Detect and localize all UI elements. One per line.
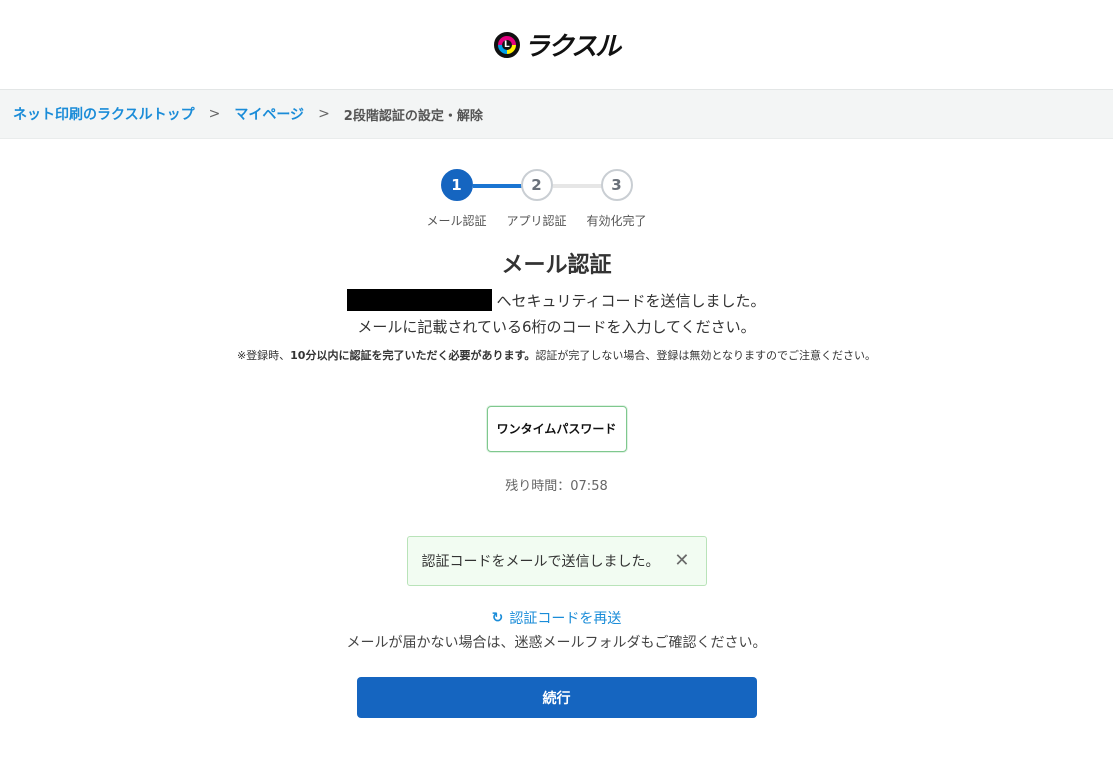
notice-text: ※登録時、10分以内に認証を完了いただく必要があります。認証が完了しない場合、登… [0, 347, 1113, 363]
notice-prefix: ※登録時、 [236, 349, 291, 362]
step-1-label: メール認証 [426, 214, 487, 228]
instruction-text: メールに記載されている6桁のコードを入力してください。 [357, 318, 756, 336]
resend-code-link[interactable]: ↻ 認証コードを再送 [0, 608, 1113, 628]
step-3-indicator: 3 [600, 169, 633, 201]
progress-stepper: 1 2 3 メール認証 アプリ認証 有効化完了 [426, 169, 687, 259]
logo-text: ラクスル [523, 32, 621, 62]
continue-button[interactable]: 続行 [356, 677, 757, 718]
sent-message: へセキュリティコードを送信しました。 [0, 289, 1113, 311]
remaining-time: 残り時間：07:58 [505, 479, 608, 494]
logo-mark-icon: L [493, 31, 520, 58]
breadcrumb-separator: > [208, 106, 221, 122]
step-connector-active [472, 184, 523, 188]
step-1-indicator: 1 [440, 169, 473, 201]
redacted-email [347, 289, 493, 311]
otp-input[interactable] [486, 406, 627, 452]
close-icon[interactable]: ✕ [674, 552, 689, 570]
notice-suffix: 認証が完了しない場合、登録は無効となりますのでご注意ください。 [535, 349, 877, 362]
main-content: メール認証 へセキュリティコードを送信しました。 メールに記載されている6桁のコ… [0, 247, 1113, 718]
site-header: L ラクスル [0, 0, 1113, 90]
step-3-label: 有効化完了 [586, 214, 647, 228]
raksul-logo[interactable]: L ラクスル [493, 26, 621, 63]
step-2-label: アプリ認証 [506, 214, 567, 228]
notice-bold: 10分以内に認証を完了いただく必要があります。 [290, 349, 536, 362]
breadcrumb-link-mypage[interactable]: マイページ [234, 104, 304, 124]
success-toast: 認証コードをメールで送信しました。 ✕ [406, 536, 707, 586]
refresh-icon: ↻ [491, 610, 504, 626]
step-2-indicator: 2 [520, 169, 553, 201]
toast-message: 認証コードをメールで送信しました。 [421, 554, 660, 570]
breadcrumb-separator: > [318, 106, 330, 122]
resend-code-label: 認証コードを再送 [509, 611, 622, 627]
breadcrumb-current: 2段階認証の設定・解除 [343, 108, 483, 124]
spam-hint: メールが届かない場合は、迷惑メールフォルダもご確認ください。 [346, 635, 767, 651]
step-connector [552, 184, 603, 188]
sent-message-text: へセキュリティコードを送信しました。 [496, 291, 766, 310]
breadcrumb-link-top[interactable]: ネット印刷のラクスルトップ [13, 104, 195, 124]
breadcrumb: ネット印刷のラクスルトップ > マイページ > 2段階認証の設定・解除 [0, 90, 1113, 139]
